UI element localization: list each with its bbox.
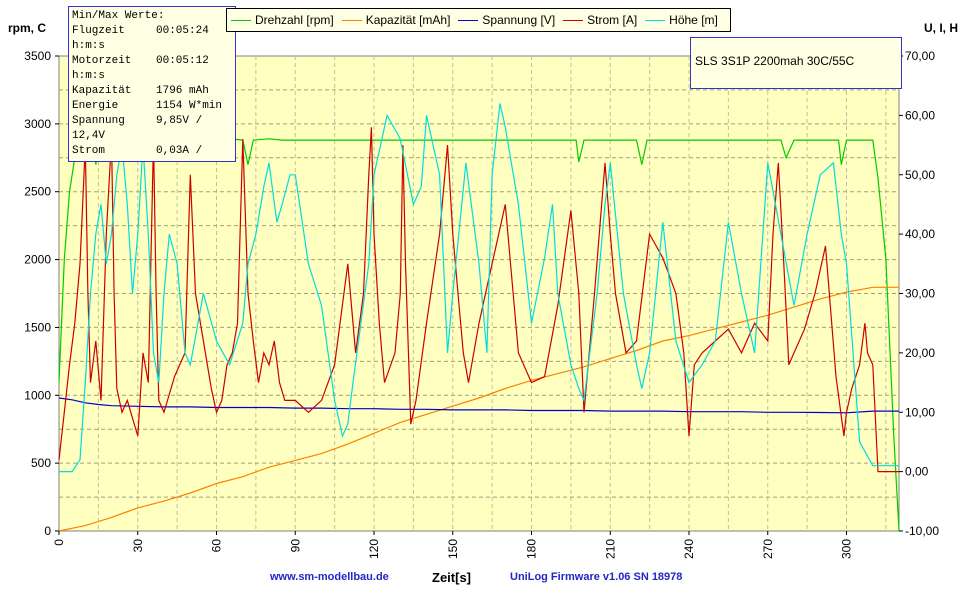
- x-tick-label: 210: [603, 539, 617, 559]
- legend-swatch: [563, 19, 584, 21]
- x-tick-label: 0: [52, 539, 66, 546]
- x-tick-label: 300: [840, 539, 854, 559]
- y-tick-label-left: 0: [44, 524, 51, 538]
- legend-swatch: [458, 19, 479, 21]
- stats-row: Motorzeit 00:05:12: [72, 54, 232, 69]
- y-tick-label-left: 2000: [24, 253, 51, 267]
- stats-row: Flugzeit 00:05:24: [72, 24, 232, 39]
- x-tick-label: 240: [682, 539, 696, 559]
- legend-swatch: [231, 19, 251, 21]
- x-tick-label: 150: [446, 539, 460, 559]
- legend-item: Strom [A]: [563, 13, 637, 27]
- y-tick-label-left: 3000: [24, 117, 51, 131]
- stats-label: h:m:s: [72, 70, 106, 82]
- stats-value: 1796 mAh: [156, 85, 209, 97]
- stats-row: h:m:s: [72, 39, 232, 54]
- stats-row: Kapazität 1796 mAh: [72, 84, 232, 99]
- stats-row: Energie 1154 W*min: [72, 99, 232, 114]
- legend-swatch: [341, 19, 362, 21]
- y-tick-label-right: 40,00: [905, 227, 935, 241]
- stats-label: Kapazität: [72, 85, 132, 97]
- legend-item: Spannung [V]: [458, 13, 555, 27]
- y-tick-label-left: 500: [31, 456, 51, 470]
- stats-label: Strom: [72, 145, 106, 157]
- x-tick-label: 270: [761, 539, 775, 559]
- legend-item: Höhe [m]: [645, 13, 718, 27]
- stats-row: Spannung 9,85V /: [72, 114, 232, 129]
- stats-value: 00:05:24: [156, 25, 209, 37]
- x-tick-label: 60: [210, 539, 224, 553]
- legend-label: Kapazität [mAh]: [365, 13, 451, 27]
- legend-item: Kapazität [mAh]: [341, 13, 451, 27]
- y-tick-label-right: 60,00: [905, 108, 935, 122]
- stats-row: h:m:s: [72, 69, 232, 84]
- stats-label: h:m:s: [72, 40, 106, 52]
- stats-value: 00:05:12: [156, 55, 209, 67]
- y-tick-label-right: 30,00: [905, 287, 935, 301]
- y-tick-label-left: 2500: [24, 185, 51, 199]
- y-tick-label-right: 50,00: [905, 168, 935, 182]
- legend: Drehzahl [rpm] Kapazität [mAh] Spannung [V…: [226, 8, 731, 32]
- legend-label: Spannung [V]: [482, 13, 556, 27]
- x-tick-label: 30: [131, 539, 145, 553]
- legend-item: Drehzahl [rpm]: [231, 13, 334, 27]
- info-box: SLS 3S1P 2200mah 30C/55C: [690, 37, 902, 89]
- legend-swatch: [645, 19, 666, 21]
- stats-label: Flugzeit: [72, 25, 125, 37]
- legend-label: Höhe [m]: [669, 13, 718, 27]
- stats-label: Spannung: [72, 115, 125, 127]
- legend-label: Drehzahl [rpm]: [255, 13, 334, 27]
- x-tick-label: 120: [367, 539, 381, 559]
- y-tick-label-right: -10,00: [905, 524, 939, 538]
- stats-title: Min/Max Werte:: [72, 10, 165, 22]
- y-tick-label-left: 1500: [24, 320, 51, 334]
- stats-value: 9,85V /: [156, 115, 203, 127]
- y-tick-label-right: 10,00: [905, 405, 935, 419]
- y-tick-label-left: 1000: [24, 388, 51, 402]
- footer-firmware: UniLog Firmware v1.06 SN 18978: [510, 571, 683, 583]
- stats-value: 1154 W*min: [156, 100, 223, 112]
- y-tick-label-right: 70,00: [905, 49, 935, 63]
- stats-label: 12,4V: [72, 130, 106, 142]
- x-tick-label: 180: [525, 539, 539, 559]
- legend-label: Strom [A]: [587, 13, 638, 27]
- y-tick-label-right: 0,00: [905, 465, 929, 479]
- x-tick-label: 90: [288, 539, 302, 553]
- y-axis-label-left: rpm, C: [8, 21, 46, 35]
- y-tick-label-left: 3500: [24, 49, 51, 63]
- x-axis-label: Zeit[s]: [432, 570, 471, 585]
- stats-row: 12,4V: [72, 129, 232, 144]
- y-tick-label-right: 20,00: [905, 346, 935, 360]
- stats-row: Strom 0,03A /: [72, 144, 232, 159]
- min-max-stats-box: Min/Max Werte: Flugzeit 00:05:24 h:m:s Moto…: [68, 6, 236, 162]
- footer-website: www.sm-modellbau.de: [270, 571, 389, 583]
- stats-label: Motorzeit: [72, 55, 132, 67]
- y-axis-label-right: U, I, H: [924, 21, 958, 35]
- stats-rows: Flugzeit 00:05:24 h:m:s Motorzeit 00:05:12 h:…: [72, 24, 232, 159]
- stats-label: Energie: [72, 100, 119, 112]
- stats-value: 0,03A /: [156, 145, 203, 157]
